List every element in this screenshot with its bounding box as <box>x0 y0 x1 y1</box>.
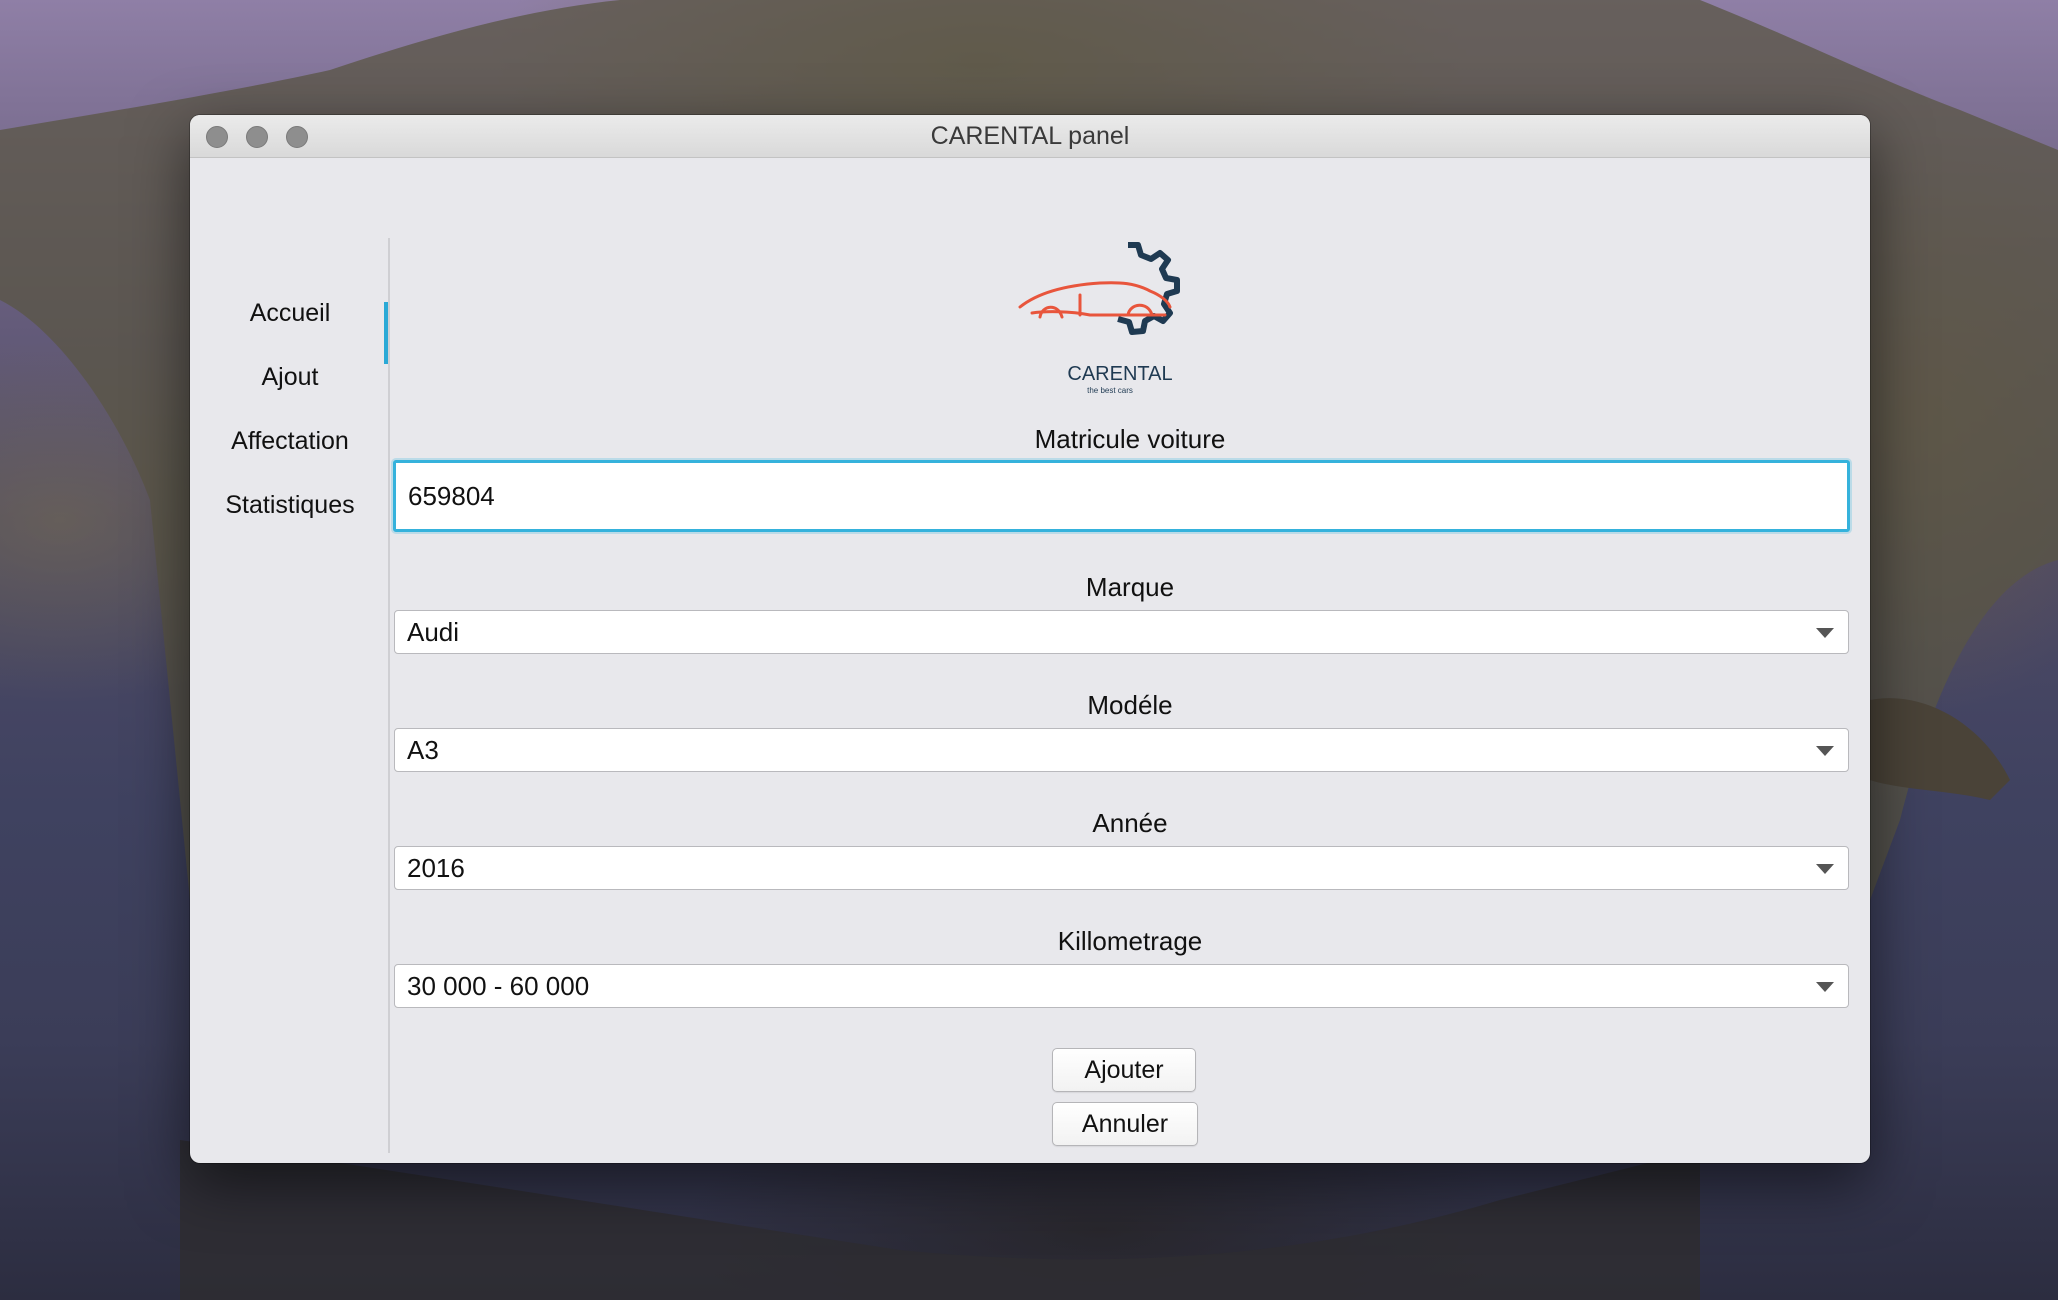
marque-select[interactable]: Audi <box>394 610 1849 654</box>
marque-label: Marque <box>1085 572 1175 602</box>
modele-select[interactable]: A3 <box>394 728 1849 772</box>
sidebar-item-statistiques[interactable]: Statistiques <box>190 475 390 535</box>
logo-wordmark: CARENTAL <box>1067 363 1172 385</box>
app-window: CARENTAL panel Accueil Ajout Affectation… <box>190 115 1870 1163</box>
marque-selected-value: Audi <box>407 617 460 647</box>
modele-selected-value: A3 <box>407 735 439 765</box>
add-button[interactable]: Ajouter <box>1052 1048 1196 1092</box>
annee-select[interactable]: 2016 <box>394 846 1849 890</box>
cancel-button[interactable]: Annuler <box>1052 1102 1198 1146</box>
sidebar-item-affectation[interactable]: Affectation <box>190 411 390 471</box>
annee-selected-value: 2016 <box>407 853 465 883</box>
logo-tagline: the best cars <box>1087 386 1133 395</box>
chevron-down-icon <box>1816 746 1834 756</box>
matricule-input[interactable] <box>393 460 1850 532</box>
window-title: CARENTAL panel <box>930 122 1130 150</box>
kilometrage-select[interactable]: 30 000 - 60 000 <box>394 964 1849 1008</box>
kilometrage-label: Killometrage <box>1057 926 1203 956</box>
title-bar: CARENTAL panel <box>190 115 1870 158</box>
sidebar-item-accueil[interactable]: Accueil <box>190 283 390 343</box>
chevron-down-icon <box>1816 628 1834 638</box>
annee-label: Année <box>1092 808 1168 838</box>
chevron-down-icon <box>1816 864 1834 874</box>
sidebar-item-ajout[interactable]: Ajout <box>190 347 390 407</box>
modele-label: Modéle <box>1087 690 1173 720</box>
sidebar: Accueil Ajout Affectation Statistiques <box>190 157 390 1157</box>
kilometrage-selected-value: 30 000 - 60 000 <box>407 971 590 1001</box>
chevron-down-icon <box>1816 982 1834 992</box>
car-icon <box>1018 281 1172 319</box>
carental-logo: CARENTAL the best cars <box>1018 242 1180 395</box>
matricule-label: Matricule voiture <box>1034 424 1226 454</box>
